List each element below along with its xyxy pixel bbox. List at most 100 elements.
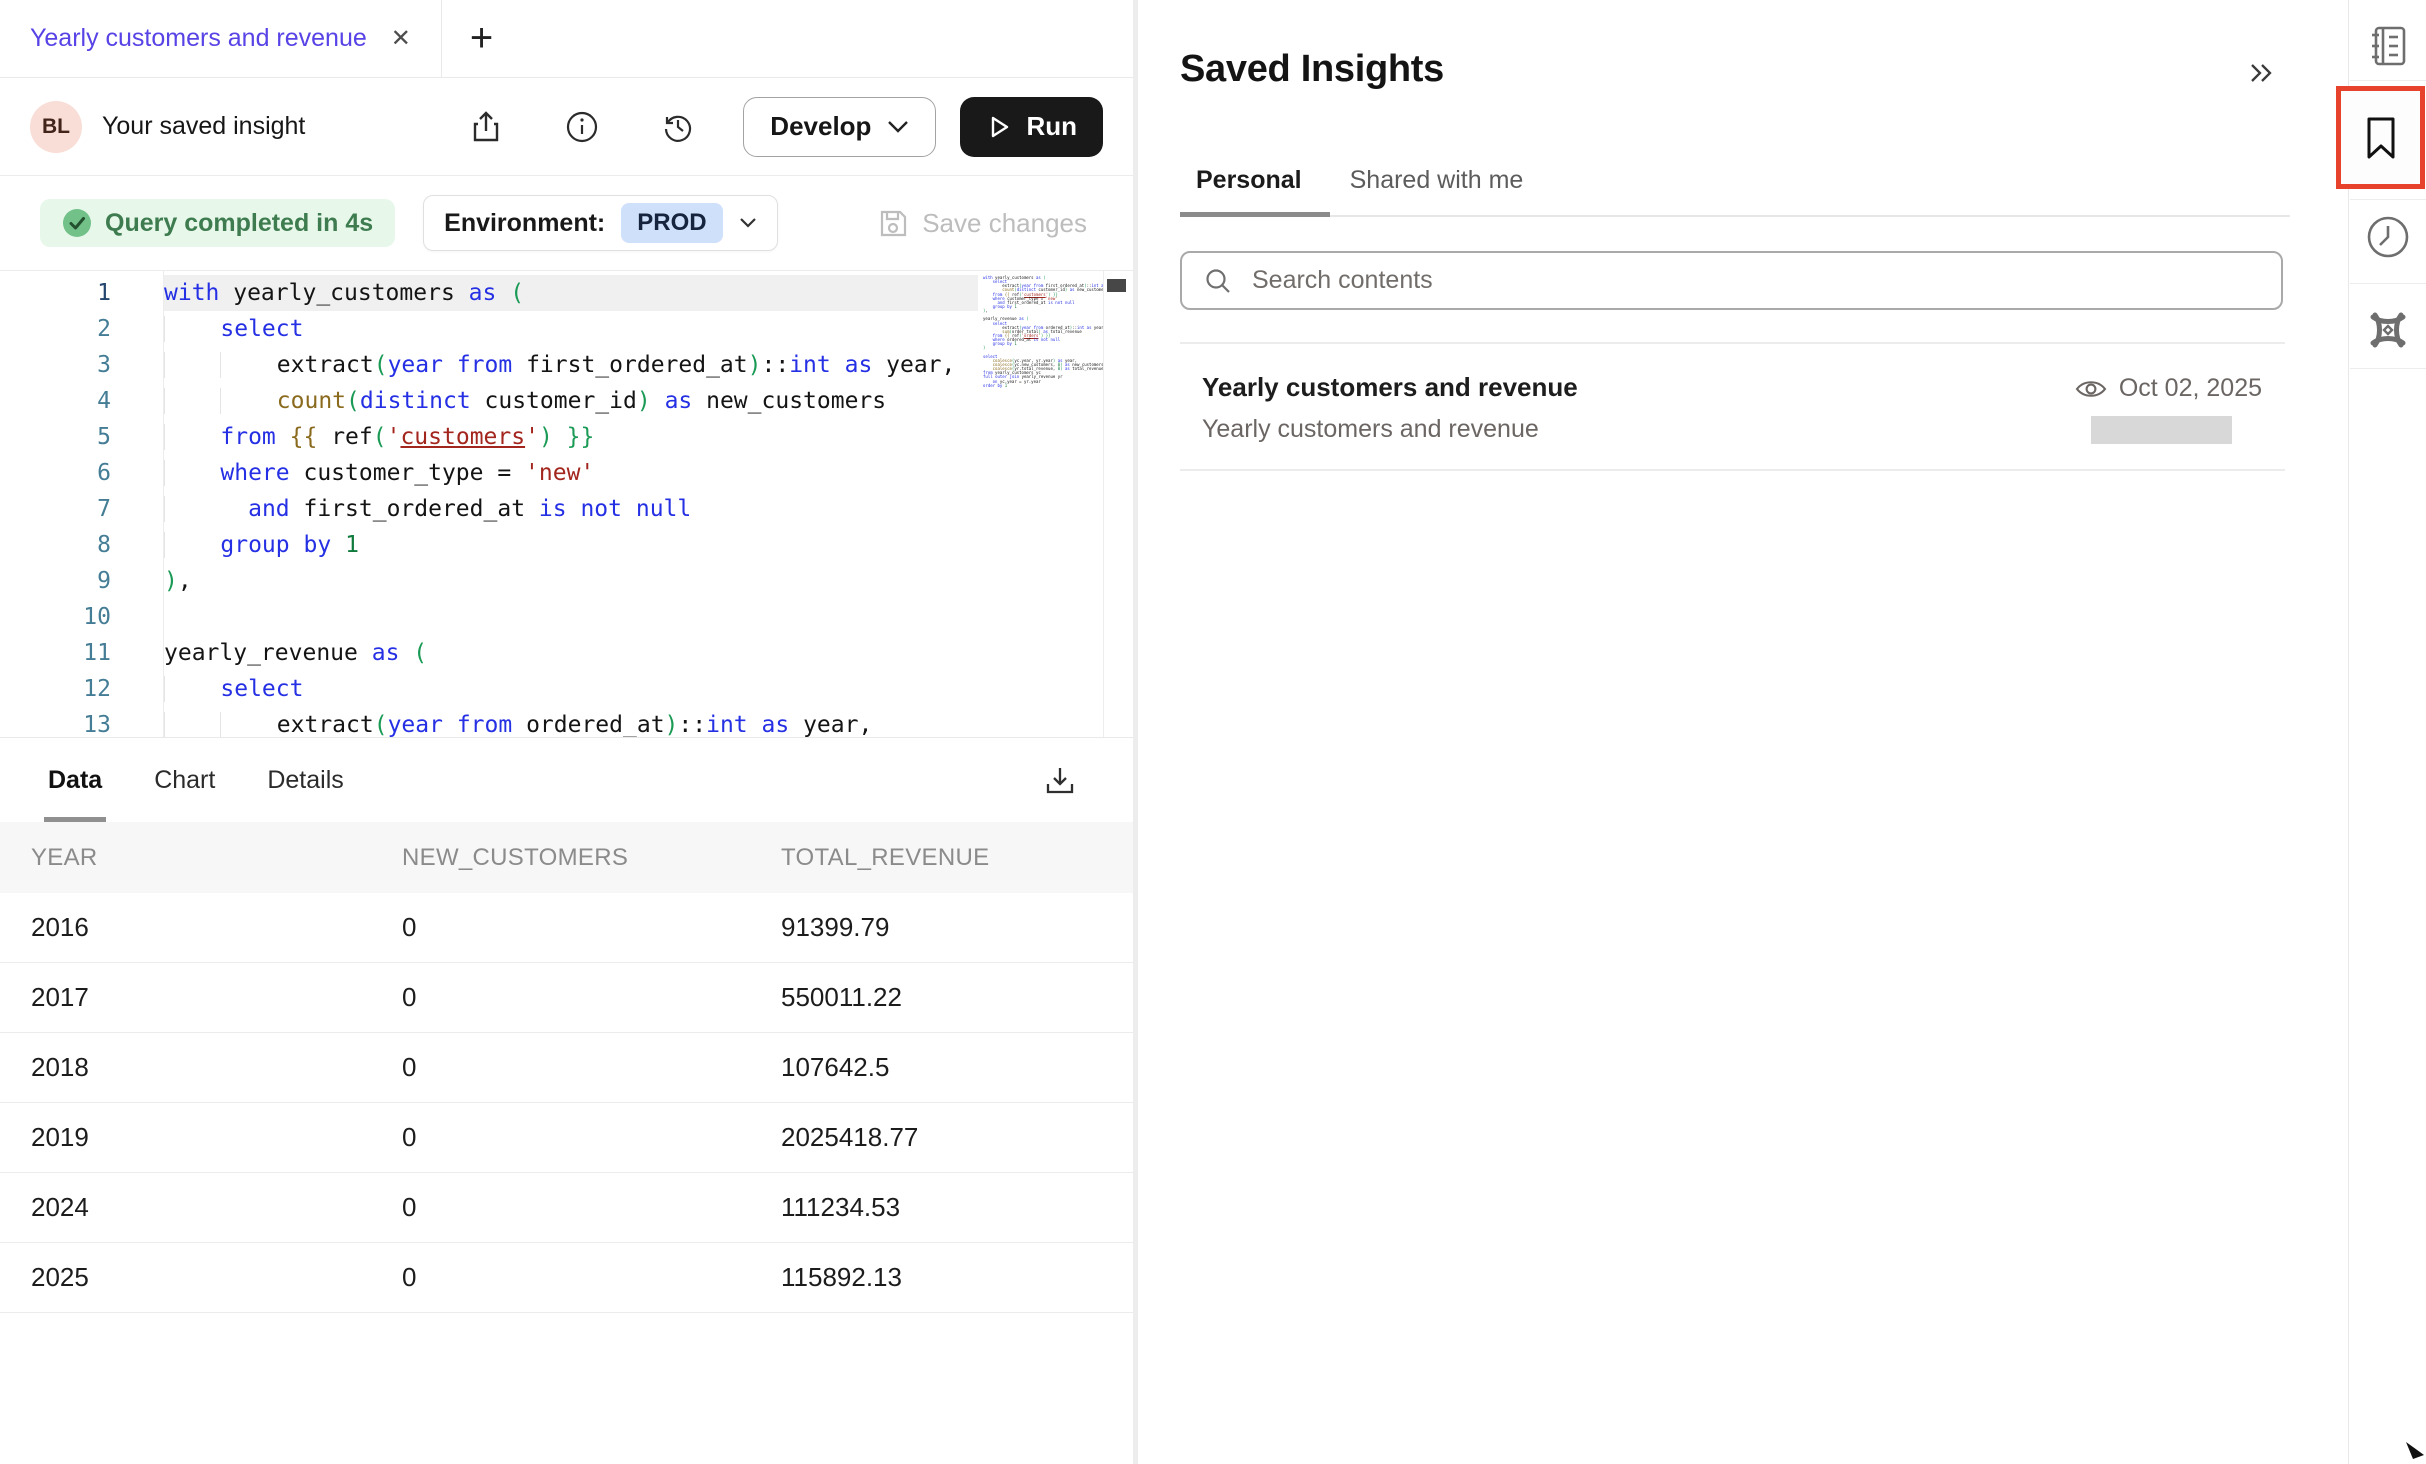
download-icon[interactable]	[1041, 762, 1079, 800]
line-number: 6	[0, 455, 163, 491]
table-header: YEAR NEW_CUSTOMERS TOTAL_REVENUE	[0, 822, 1133, 893]
tab-chart[interactable]: Chart	[154, 739, 215, 822]
table-cell: 2016	[31, 912, 402, 943]
line-number: 4	[0, 383, 163, 419]
column-header-new-customers[interactable]: NEW_CUSTOMERS	[402, 844, 781, 872]
column-header-year[interactable]: YEAR	[31, 844, 402, 872]
collapse-panel-icon[interactable]	[2246, 58, 2276, 93]
table-cell: 2025418.77	[781, 1122, 1133, 1153]
table-cell: 111234.53	[781, 1192, 1133, 1223]
table-cell: 2017	[31, 982, 402, 1013]
line-number: 3	[0, 347, 163, 383]
table-row[interactable]: 20170550011.22	[0, 963, 1133, 1033]
share-icon[interactable]	[467, 108, 505, 146]
search-input[interactable]	[1252, 266, 2152, 295]
line-number: 11	[0, 635, 163, 671]
table-cell: 0	[402, 912, 781, 943]
avatar: BL	[30, 101, 82, 153]
insight-item-date: Oct 02, 2025	[2119, 374, 2262, 403]
insight-toolbar: BL Your saved insight	[0, 78, 1133, 176]
table-body: 2016091399.7920170550011.2220180107642.5…	[0, 893, 1133, 1313]
app-window: Yearly customers and revenue ✕ + BL Your…	[0, 0, 2426, 1464]
play-icon	[986, 114, 1012, 140]
history-clock-icon[interactable]	[2349, 214, 2426, 260]
save-changes-button[interactable]: Save changes	[878, 208, 1087, 239]
tab-details[interactable]: Details	[267, 739, 343, 822]
line-number: 8	[0, 527, 163, 563]
history-icon[interactable]	[659, 108, 697, 146]
scrollbar-handle[interactable]	[1107, 279, 1126, 292]
status-bar: Query completed in 4s Environment: PROD …	[0, 176, 1133, 270]
table-row[interactable]: 20240111234.53	[0, 1173, 1133, 1243]
table-cell: 0	[402, 982, 781, 1013]
table-cell: 0	[402, 1122, 781, 1153]
saved-insights-bookmark-button[interactable]	[2336, 86, 2425, 189]
divider	[2350, 199, 2426, 200]
table-cell: 115892.13	[781, 1262, 1133, 1293]
close-tab-icon[interactable]: ✕	[391, 27, 411, 51]
table-row[interactable]: 20250115892.13	[0, 1243, 1133, 1313]
saved-insights-panel: Saved Insights Personal Shared with me Y…	[1138, 0, 2348, 1464]
table-cell: 0	[402, 1052, 781, 1083]
new-tab-button[interactable]: +	[442, 0, 493, 77]
line-number: 1	[0, 275, 163, 311]
info-icon[interactable]	[563, 108, 601, 146]
line-number: 2	[0, 311, 163, 347]
save-icon	[878, 208, 908, 238]
mouse-cursor	[2404, 1442, 2426, 1464]
line-number: 7	[0, 491, 163, 527]
line-number: 5	[0, 419, 163, 455]
develop-button[interactable]: Develop	[743, 97, 936, 157]
table-cell: 91399.79	[781, 912, 1133, 943]
lineage-x-icon[interactable]	[2349, 305, 2426, 355]
run-button[interactable]: Run	[960, 97, 1103, 157]
results-panel: Data Chart Details YEAR NEW_CUSTOMERS TO…	[0, 739, 1133, 1313]
eye-icon	[2075, 378, 2107, 400]
divider	[2350, 368, 2426, 369]
column-header-total-revenue[interactable]: TOTAL_REVENUE	[781, 844, 1133, 872]
table-cell: 0	[402, 1192, 781, 1223]
gutter: 12345678910111213	[0, 271, 164, 737]
right-sidebar	[2348, 0, 2426, 1464]
search-box[interactable]	[1180, 251, 2283, 310]
table-cell: 550011.22	[781, 982, 1133, 1013]
code-lines[interactable]: with yearly_customers as ( select extrac…	[164, 271, 978, 737]
tab-personal[interactable]: Personal	[1196, 166, 1302, 195]
editor-scrollbar[interactable]	[1104, 271, 1132, 737]
search-icon	[1204, 267, 1232, 295]
environment-selector[interactable]: Environment: PROD	[423, 195, 777, 251]
tab-shared-with-me[interactable]: Shared with me	[1350, 166, 1524, 195]
results-tabs: Data Chart Details	[0, 739, 1133, 822]
tab-data[interactable]: Data	[48, 739, 102, 822]
query-status-badge: Query completed in 4s	[40, 199, 395, 247]
notebook-icon[interactable]	[2349, 24, 2426, 68]
table-cell: 0	[402, 1262, 781, 1293]
minimap[interactable]: with yearly_customers as ( select extrac…	[978, 271, 1104, 737]
divider	[2350, 80, 2426, 81]
insight-item-subtitle: Yearly customers and revenue	[1202, 415, 1539, 444]
environment-label: Environment:	[444, 209, 605, 238]
query-status-text: Query completed in 4s	[105, 209, 373, 238]
toolbar-icons	[467, 108, 697, 146]
tab-title: Yearly customers and revenue	[30, 24, 367, 53]
table-row[interactable]: 201902025418.77	[0, 1103, 1133, 1173]
insight-item-title[interactable]: Yearly customers and revenue	[1202, 372, 1578, 403]
table-cell: 2018	[31, 1052, 402, 1083]
tabs-underline-active	[1180, 212, 1330, 217]
query-workspace: Yearly customers and revenue ✕ + BL Your…	[0, 0, 1133, 1464]
table-row[interactable]: 2016091399.79	[0, 893, 1133, 963]
line-number: 13	[0, 707, 163, 743]
bookmark-icon	[2361, 115, 2401, 161]
divider	[2350, 283, 2426, 284]
sql-editor[interactable]: 12345678910111213 with yearly_customers …	[0, 270, 1133, 738]
line-number: 10	[0, 599, 163, 635]
table-cell: 2025	[31, 1262, 402, 1293]
divider	[1180, 342, 2285, 344]
table-cell: 2024	[31, 1192, 402, 1223]
environment-value: PROD	[621, 203, 722, 243]
tab-yearly-customers[interactable]: Yearly customers and revenue ✕	[0, 0, 442, 77]
panel-title: Saved Insights	[1180, 48, 1444, 91]
chevron-down-icon	[739, 217, 757, 229]
line-number: 9	[0, 563, 163, 599]
table-row[interactable]: 20180107642.5	[0, 1033, 1133, 1103]
